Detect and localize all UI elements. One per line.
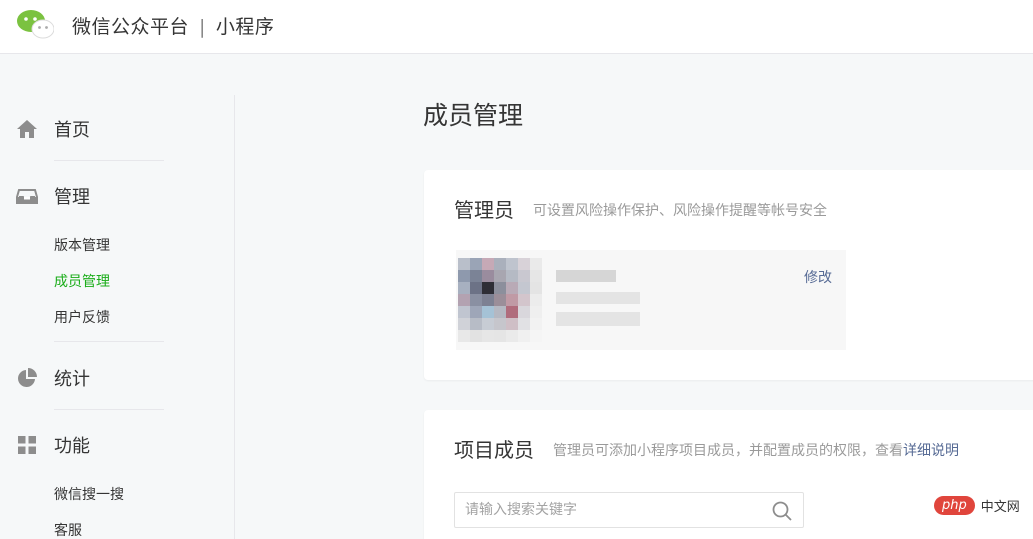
admin-detail-blurred: [556, 312, 640, 326]
pie-chart-icon: [16, 367, 38, 389]
avatar: [458, 258, 542, 342]
members-card: 项目成员 管理员可添加小程序项目成员，并配置成员的权限，查看详细说明: [424, 410, 1033, 539]
product-name: 小程序: [215, 16, 275, 38]
sidebar-item-wechat-search[interactable]: 微信搜一搜: [54, 484, 124, 504]
home-icon: [16, 118, 38, 140]
sidebar-item-label: 管理: [54, 187, 90, 208]
members-card-desc: 管理员可添加小程序项目成员，并配置成员的权限，查看详细说明: [553, 440, 959, 460]
details-link[interactable]: 详细说明: [903, 443, 959, 459]
sidebar-item-manage[interactable]: 管理: [16, 183, 90, 209]
sidebar-item-label: 首页: [54, 120, 90, 141]
watermark-pill: php: [934, 496, 975, 515]
sidebar-item-label: 功能: [54, 436, 90, 457]
inbox-icon: [16, 185, 38, 207]
watermark: php 中文网: [934, 496, 1020, 515]
sidebar-item-home[interactable]: 首页: [16, 116, 90, 142]
search-input[interactable]: [455, 493, 755, 527]
sidebar-divider: [234, 95, 235, 539]
platform-name: 微信公众平台: [72, 16, 190, 38]
sidebar-separator: [54, 409, 164, 410]
sidebar-item-user-feedback[interactable]: 用户反馈: [54, 307, 110, 327]
sidebar-item-stats[interactable]: 统计: [16, 365, 90, 391]
grid-icon: [16, 434, 38, 456]
watermark-text: 中文网: [980, 500, 1020, 515]
sidebar-item-label: 统计: [54, 369, 90, 390]
admin-info: [456, 250, 846, 350]
member-search-box: [454, 492, 804, 528]
page-title: 成员管理: [423, 101, 524, 130]
members-card-desc-text: 管理员可添加小程序项目成员，并配置成员的权限，查看: [553, 443, 903, 459]
members-card-title: 项目成员: [454, 438, 534, 462]
sidebar-separator: [54, 341, 164, 342]
search-icon[interactable]: [771, 500, 793, 522]
edit-admin-link[interactable]: 修改: [804, 267, 832, 287]
sidebar-separator: [54, 160, 164, 161]
admin-name-blurred: [556, 270, 616, 282]
wechat-logo-icon[interactable]: [16, 9, 54, 39]
sidebar-item-customer-service[interactable]: 客服: [54, 520, 82, 539]
admin-card-desc: 可设置风险操作保护、风险操作提醒等帐号安全: [533, 203, 827, 219]
brand-separator: |: [199, 16, 206, 38]
brand-title[interactable]: 微信公众平台 | 小程序: [72, 12, 274, 39]
top-header: 微信公众平台 | 小程序: [0, 0, 1033, 54]
sidebar-item-member-manage[interactable]: 成员管理: [54, 271, 110, 291]
admin-detail-blurred: [556, 292, 640, 304]
admin-card-title: 管理员: [454, 198, 514, 222]
admin-card: 管理员 可设置风险操作保护、风险操作提醒等帐号安全 修改: [424, 170, 1033, 380]
sidebar-item-features[interactable]: 功能: [16, 432, 90, 458]
sidebar-item-version-manage[interactable]: 版本管理: [54, 235, 110, 255]
